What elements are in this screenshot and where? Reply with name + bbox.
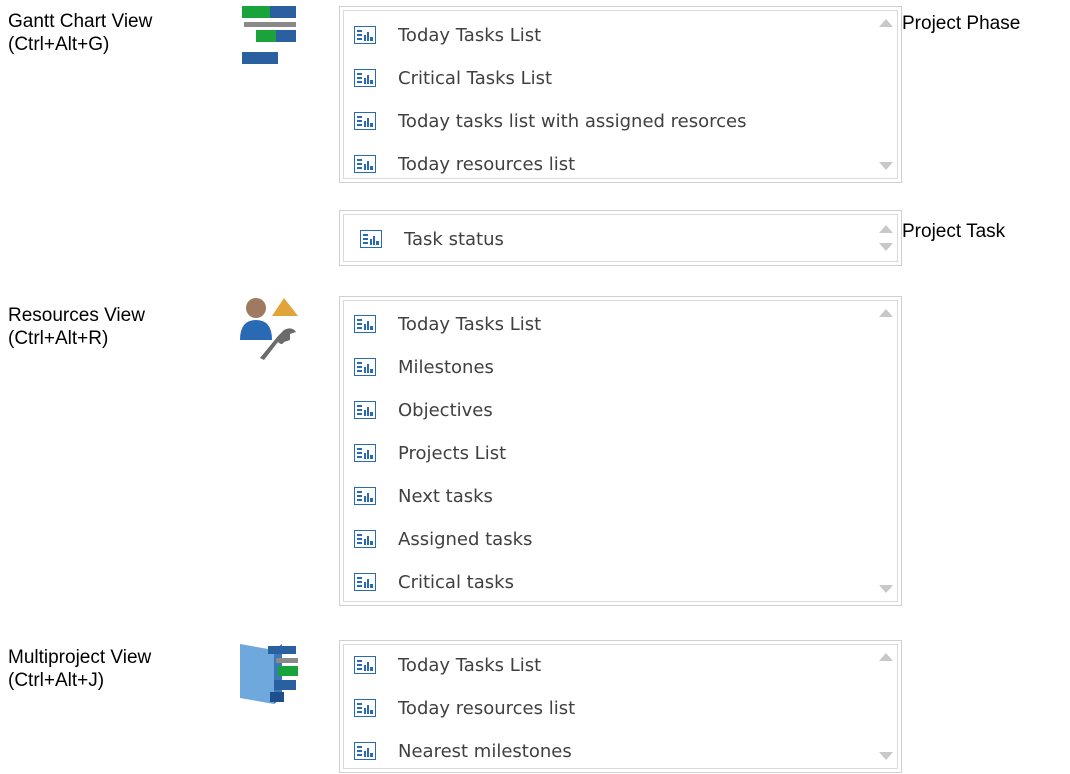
- report-icon: [354, 26, 376, 44]
- gantt-view-shortcut: (Ctrl+Alt+G): [8, 34, 110, 55]
- task-report-list[interactable]: Task status: [339, 210, 902, 266]
- report-icon: [354, 315, 376, 333]
- list-item-label: Objectives: [398, 399, 493, 421]
- report-icon: [354, 487, 376, 505]
- list-item[interactable]: Next tasks: [354, 482, 493, 510]
- multiproject-view-shortcut: (Ctrl+Alt+J): [8, 670, 105, 691]
- report-icon: [354, 656, 376, 674]
- report-icon: [354, 699, 376, 717]
- scroll-down-arrow-icon[interactable]: [877, 160, 895, 172]
- resources-icon: [238, 294, 304, 360]
- scroll-up-arrow-icon[interactable]: [877, 17, 895, 29]
- gantt-view-label: Gantt Chart View (Ctrl+Alt+G): [8, 10, 152, 56]
- multiproject-view-label: Multiproject View (Ctrl+Alt+J): [8, 646, 151, 692]
- project-task-label: Project Task: [902, 221, 1006, 242]
- list-item-label: Critical Tasks List: [398, 67, 553, 89]
- scroll-up-arrow-icon[interactable]: [877, 651, 895, 663]
- multiproject-icon: [238, 640, 302, 706]
- list-item-label: Today tasks list with assigned resorces: [398, 110, 747, 132]
- list-item[interactable]: Assigned tasks: [354, 525, 532, 553]
- gantt-chart-icon: [240, 4, 298, 66]
- list-item-label: Nearest milestones: [398, 740, 572, 762]
- resources-view-shortcut: (Ctrl+Alt+R): [8, 328, 109, 349]
- scroll-down-arrow-icon[interactable]: [877, 750, 895, 762]
- list-item-label: Critical tasks: [398, 571, 514, 593]
- report-icon: [354, 112, 376, 130]
- scroll-up-arrow-icon[interactable]: [877, 223, 895, 235]
- gantt-view-title: Gantt Chart View: [8, 11, 153, 32]
- scroll-down-arrow-icon[interactable]: [877, 583, 895, 595]
- list-item-label: Today Tasks List: [398, 24, 542, 46]
- list-item[interactable]: Task status: [360, 225, 504, 253]
- resources-report-list[interactable]: Today Tasks List Milestones Objectives P…: [339, 296, 902, 606]
- list-item-label: Next tasks: [398, 485, 493, 507]
- report-icon: [354, 69, 376, 87]
- report-icon: [354, 358, 376, 376]
- report-icon: [360, 230, 382, 248]
- list-item[interactable]: Projects List: [354, 439, 506, 467]
- list-item[interactable]: Critical tasks: [354, 568, 514, 596]
- report-icon: [354, 530, 376, 548]
- list-item-label: Milestones: [398, 356, 494, 378]
- list-item[interactable]: Today resources list: [354, 694, 575, 722]
- list-item[interactable]: Today Tasks List: [354, 651, 541, 679]
- list-item-label: Today resources list: [398, 697, 576, 719]
- gantt-report-list[interactable]: Today Tasks List Critical Tasks List Tod…: [339, 6, 902, 183]
- list-item-label: Today Tasks List: [398, 654, 542, 676]
- report-icon: [354, 155, 376, 173]
- resources-view-title: Resources View: [8, 305, 145, 326]
- list-item[interactable]: Nearest milestones: [354, 737, 572, 765]
- project-phase-label: Project Phase: [902, 13, 1021, 34]
- list-item-label: Projects List: [398, 442, 507, 464]
- list-item-label: Assigned tasks: [398, 528, 533, 550]
- list-item[interactable]: Today Tasks List: [354, 310, 541, 338]
- list-item[interactable]: Critical Tasks List: [354, 64, 552, 92]
- list-item[interactable]: Milestones: [354, 353, 494, 381]
- scroll-down-arrow-icon[interactable]: [877, 241, 895, 253]
- report-icon: [354, 444, 376, 462]
- list-item[interactable]: Today Tasks List: [354, 21, 541, 49]
- report-icon: [354, 401, 376, 419]
- list-item[interactable]: Today tasks list with assigned resorces: [354, 107, 747, 135]
- resources-view-label: Resources View (Ctrl+Alt+R): [8, 304, 145, 350]
- list-item-label: Today resources list: [398, 153, 576, 175]
- list-item-label: Today Tasks List: [398, 313, 542, 335]
- report-icon: [354, 573, 376, 591]
- list-item[interactable]: Objectives: [354, 396, 493, 424]
- multiproject-view-title: Multiproject View: [8, 647, 152, 668]
- scroll-up-arrow-icon[interactable]: [877, 307, 895, 319]
- list-item-label: Task status: [404, 228, 504, 250]
- report-icon: [354, 742, 376, 760]
- multiproject-report-list[interactable]: Today Tasks List Today resources list Ne…: [339, 640, 902, 773]
- list-item[interactable]: Today resources list: [354, 150, 575, 178]
